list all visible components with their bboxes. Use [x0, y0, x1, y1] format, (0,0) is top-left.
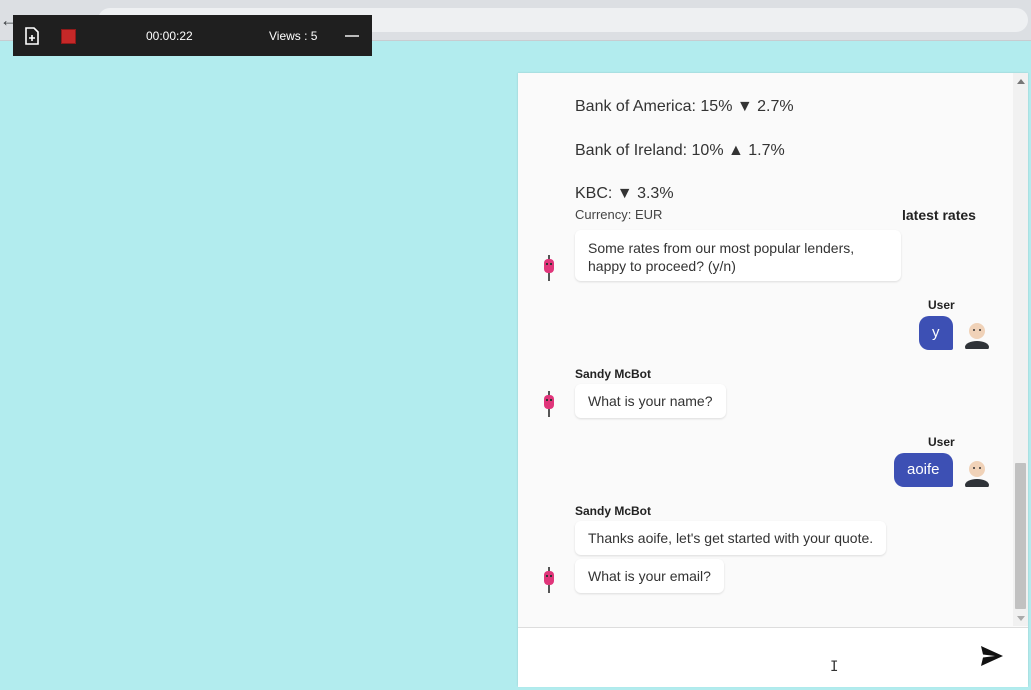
user-avatar-icon	[965, 323, 989, 349]
sender-name: Sandy McBot	[575, 504, 652, 518]
scrollbar-thumb[interactable]	[1015, 463, 1026, 609]
user-avatar-icon	[965, 461, 989, 487]
card-title: latest rates	[902, 207, 976, 223]
message-input[interactable]	[528, 638, 972, 676]
chat-widget: Bank of America: 15% ▼ 2.7% Bank of Irel…	[518, 73, 1028, 687]
bot-message: What is your email?	[575, 559, 724, 593]
views-count: Views : 5	[269, 29, 318, 43]
bot-avatar-icon	[544, 255, 554, 281]
sender-name: User	[928, 298, 955, 312]
rate-line: Bank of Ireland: 10% ▲ 1.7%	[575, 142, 785, 159]
rate-line: KBC: ▼ 3.3%	[575, 185, 674, 202]
scroll-up-icon[interactable]	[1017, 79, 1025, 84]
text-cursor-icon: I	[830, 659, 839, 675]
stop-icon[interactable]	[61, 29, 76, 44]
scroll-down-icon[interactable]	[1017, 616, 1025, 621]
chat-messages[interactable]: Bank of America: 15% ▼ 2.7% Bank of Irel…	[518, 73, 1028, 626]
message-composer: I	[518, 627, 1028, 687]
bot-avatar-icon	[544, 391, 554, 417]
screen-recorder-bar: 00:00:22 Views : 5	[13, 15, 372, 56]
user-message: y	[919, 316, 953, 350]
bot-message: What is your name?	[575, 384, 726, 418]
rate-line: Bank of America: 15% ▼ 2.7%	[575, 98, 794, 115]
bot-message: Thanks aoife, let's get started with you…	[575, 521, 887, 555]
recording-timer: 00:00:22	[146, 29, 193, 43]
user-message: aoife	[894, 453, 953, 487]
sender-name: User	[928, 435, 955, 449]
minimize-icon[interactable]	[345, 35, 359, 37]
sender-name: Sandy McBot	[575, 367, 652, 381]
send-icon[interactable]	[980, 645, 1004, 667]
currency-label: Currency: EUR	[575, 207, 663, 222]
bot-message: Some rates from our most popular lenders…	[575, 230, 901, 281]
chat-scrollbar[interactable]	[1013, 73, 1028, 626]
record-icon[interactable]	[24, 27, 40, 45]
bot-avatar-icon	[544, 567, 554, 593]
